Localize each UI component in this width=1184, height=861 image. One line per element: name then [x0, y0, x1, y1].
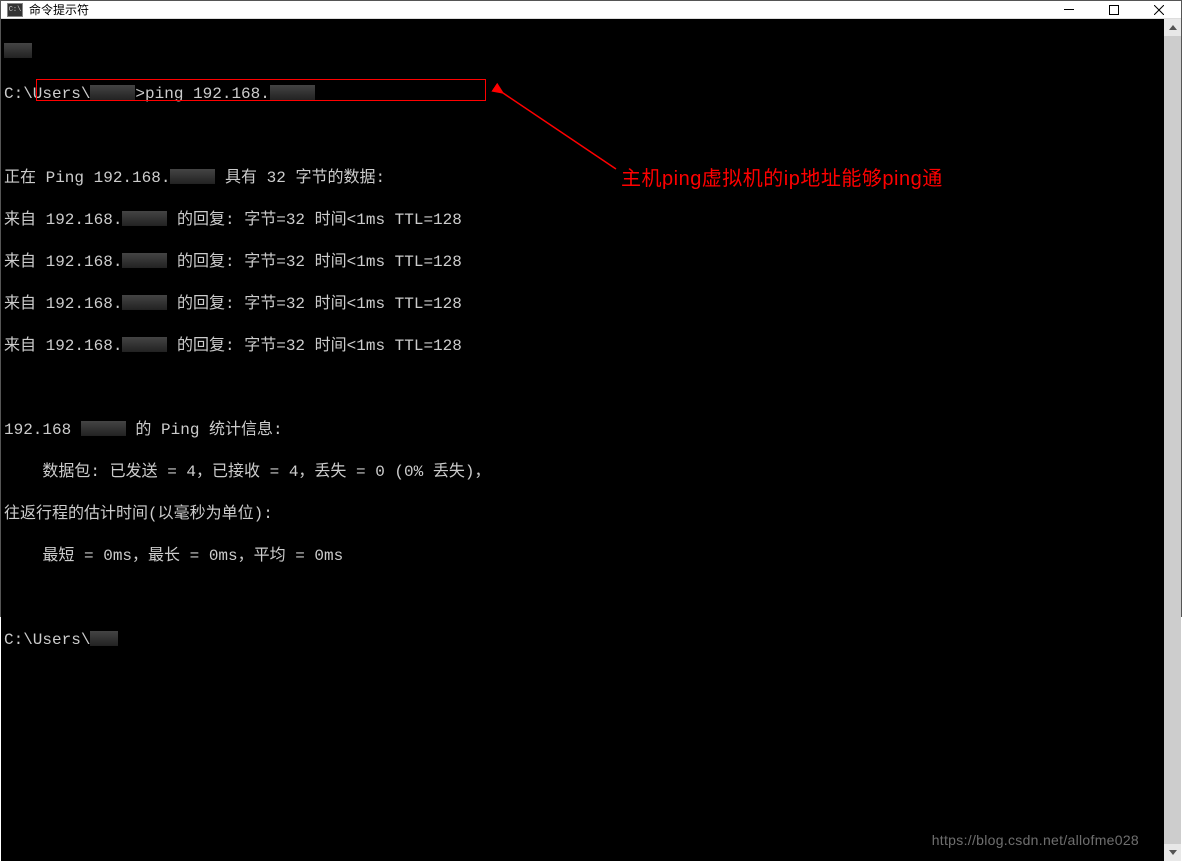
main-area: C:\Users\ >ping 192.168. 正在 Ping 192.168.…: [1, 19, 1181, 861]
redacted-text: [90, 85, 135, 100]
ping-reply: 来自 192.168. 的回复: 字节=32 时间<1ms TTL=128: [4, 210, 1164, 231]
ping-reply: 来自 192.168. 的回复: 字节=32 时间<1ms TTL=128: [4, 252, 1164, 273]
ping-reply: 来自 192.168. 的回复: 字节=32 时间<1ms TTL=128: [4, 294, 1164, 315]
reply-text: 来自 192.168.: [4, 211, 122, 229]
reply-text: 的回复: 字节=32 时间<1ms TTL=128: [167, 253, 461, 271]
chevron-down-icon: [1169, 850, 1177, 855]
minimize-icon: [1064, 9, 1074, 10]
reply-text: 来自 192.168.: [4, 295, 122, 313]
command-text: >ping 192.168.: [135, 85, 269, 103]
watermark-text: https://blog.csdn.net/allofme028: [932, 830, 1139, 851]
stats-text: 的 Ping 统计信息:: [126, 421, 283, 439]
terminal-line: [4, 378, 1164, 399]
redacted-text: [122, 253, 167, 268]
ping-header: 正在 Ping 192.168. 具有 32 字节的数据:: [4, 168, 1164, 189]
ping-text: 正在 Ping 192.168.: [4, 169, 170, 187]
maximize-button[interactable]: [1091, 1, 1136, 18]
reply-text: 的回复: 字节=32 时间<1ms TTL=128: [167, 295, 461, 313]
stats-text: 192.168: [4, 421, 71, 439]
prompt-text: C:\Users\: [4, 631, 90, 649]
redacted-text: [90, 631, 118, 646]
window-controls: [1046, 1, 1181, 18]
cmd-prompt-icon: C:\: [7, 3, 23, 17]
ping-reply: 来自 192.168. 的回复: 字节=32 时间<1ms TTL=128: [4, 336, 1164, 357]
terminal-output[interactable]: C:\Users\ >ping 192.168. 正在 Ping 192.168.…: [1, 19, 1164, 861]
redacted-text: [122, 337, 167, 352]
vertical-scrollbar[interactable]: [1164, 19, 1181, 861]
redacted-text: [122, 211, 167, 226]
reply-text: 来自 192.168.: [4, 337, 122, 355]
scroll-track[interactable]: [1164, 36, 1181, 844]
terminal-line: [4, 588, 1164, 609]
scroll-thumb[interactable]: [1164, 36, 1181, 844]
terminal-line: [4, 126, 1164, 147]
close-icon: [1154, 5, 1164, 15]
redacted-text: [122, 295, 167, 310]
scroll-up-button[interactable]: [1164, 19, 1181, 36]
redacted-text: [81, 421, 126, 436]
redacted-text: [270, 85, 315, 100]
title-bar[interactable]: C:\ 命令提示符: [1, 1, 1181, 19]
chevron-up-icon: [1169, 25, 1177, 30]
window-title: 命令提示符: [29, 1, 89, 18]
ping-text: 具有 32 字节的数据:: [215, 169, 385, 187]
reply-text: 的回复: 字节=32 时间<1ms TTL=128: [167, 337, 461, 355]
prompt-line: C:\Users\: [4, 630, 1164, 651]
redacted-text: [170, 169, 215, 184]
stats-header: 192.168 的 Ping 统计信息:: [4, 420, 1164, 441]
scroll-down-button[interactable]: [1164, 844, 1181, 861]
stats-roundtrip: 往返行程的估计时间(以毫秒为单位):: [4, 504, 1164, 525]
titlebar-left: C:\ 命令提示符: [7, 1, 89, 18]
minimize-button[interactable]: [1046, 1, 1091, 18]
command-line: C:\Users\ >ping 192.168.: [4, 84, 1164, 105]
command-prompt-window: C:\ 命令提示符 C:\Users\ >ping 192.168. 正在 Pin…: [0, 0, 1182, 617]
terminal-line: [4, 42, 1164, 63]
stats-times: 最短 = 0ms，最长 = 0ms，平均 = 0ms: [4, 546, 1164, 567]
stats-packets: 数据包: 已发送 = 4，已接收 = 4，丢失 = 0 (0% 丢失)，: [4, 462, 1164, 483]
reply-text: 来自 192.168.: [4, 253, 122, 271]
reply-text: 的回复: 字节=32 时间<1ms TTL=128: [167, 211, 461, 229]
maximize-icon: [1109, 5, 1119, 15]
prompt-prefix: C:\Users\: [4, 85, 90, 103]
close-button[interactable]: [1136, 1, 1181, 18]
redacted-text: [4, 43, 32, 58]
annotation-text: 主机ping虚拟机的ip地址能够ping通: [621, 169, 943, 190]
